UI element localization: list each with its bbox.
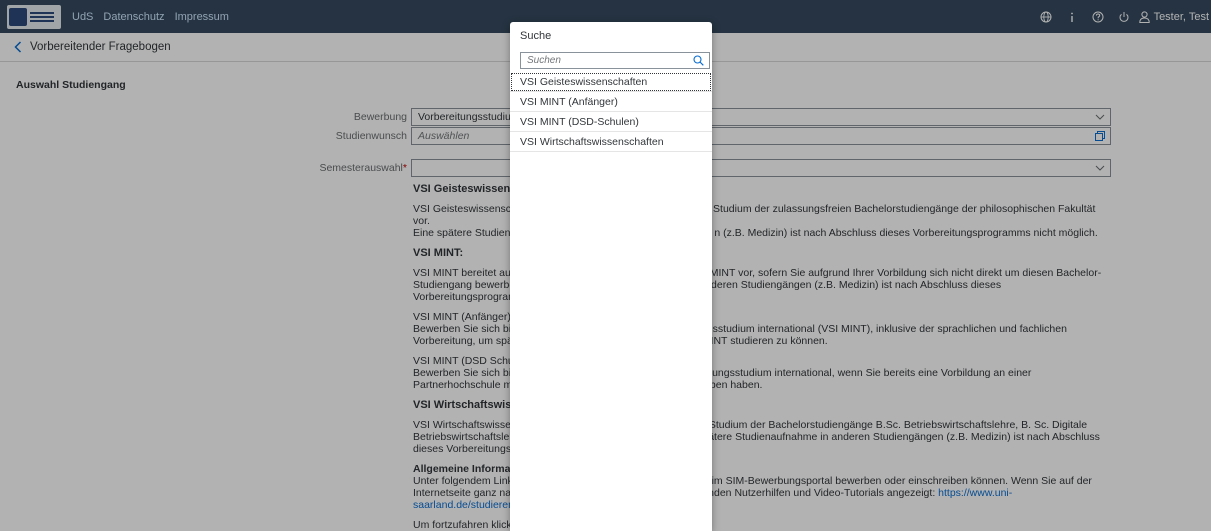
search-placeholder: Suchen [527, 55, 561, 66]
option-mint-anfaenger[interactable]: VSI MINT (Anfänger) [510, 92, 712, 112]
search-dialog: Suche Suchen VSI Geisteswissenschaften V… [510, 22, 712, 531]
option-geisteswissenschaften[interactable]: VSI Geisteswissenschaften [510, 72, 712, 92]
option-wirtschaftswissenschaften[interactable]: VSI Wirtschaftswissenschaften [510, 132, 712, 152]
dialog-title: Suche [520, 30, 552, 42]
search-icon[interactable] [693, 55, 704, 66]
option-mint-dsd[interactable]: VSI MINT (DSD-Schulen) [510, 112, 712, 132]
search-input[interactable]: Suchen [520, 52, 710, 69]
